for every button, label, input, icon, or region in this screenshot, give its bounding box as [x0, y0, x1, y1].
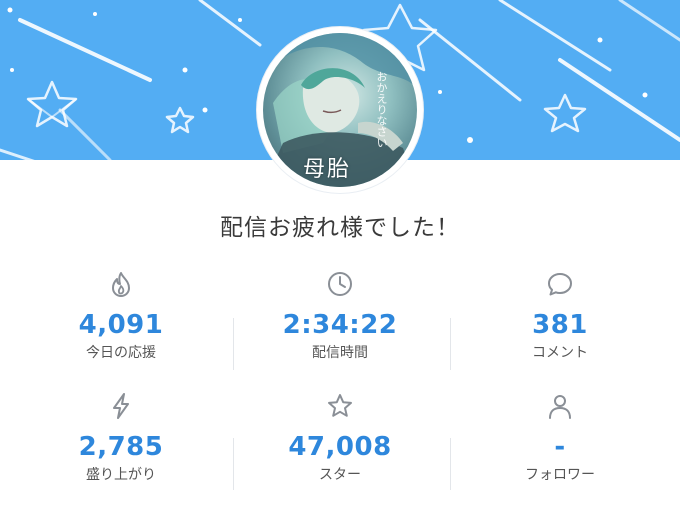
- stat-comments: 381 コメント: [447, 270, 673, 362]
- lightning-icon: [113, 393, 129, 419]
- star-icon: [328, 394, 352, 417]
- stat-value: 47,008: [288, 432, 392, 462]
- comment-icon: [548, 273, 572, 296]
- stat-label: 今日の応援: [86, 345, 156, 361]
- stat-stars: 47,008 スター: [227, 392, 453, 484]
- profile-avatar[interactable]: おかえりなさい 母胎: [257, 27, 423, 193]
- flame-icon: [112, 272, 130, 297]
- stat-label: 配信時間: [312, 345, 368, 361]
- avatar-title-text: 母胎: [303, 157, 352, 182]
- avatar-subtitle-text: おかえりなさい: [375, 71, 388, 148]
- stat-value: -: [554, 432, 566, 462]
- stat-excitement: 2,785 盛り上がり: [8, 392, 234, 484]
- stat-followers: - フォロワー: [447, 392, 673, 484]
- stat-value: 2,785: [78, 432, 164, 462]
- stat-label: フォロワー: [525, 467, 595, 483]
- stat-stream-time: 2:34:22 配信時間: [227, 270, 453, 362]
- stream-end-message: 配信お疲れ様でした！: [220, 215, 460, 241]
- stat-value: 4,091: [78, 310, 164, 340]
- avatar-image: おかえりなさい 母胎: [263, 33, 417, 187]
- stat-label: スター: [319, 467, 361, 483]
- stat-label: 盛り上がり: [86, 467, 156, 483]
- clock-icon: [328, 272, 352, 296]
- stat-value: 2:34:22: [282, 310, 398, 340]
- stat-value: 381: [532, 310, 588, 340]
- person-icon: [549, 395, 571, 419]
- stat-today-support: 4,091 今日の応援: [8, 270, 234, 362]
- stat-label: コメント: [532, 345, 588, 361]
